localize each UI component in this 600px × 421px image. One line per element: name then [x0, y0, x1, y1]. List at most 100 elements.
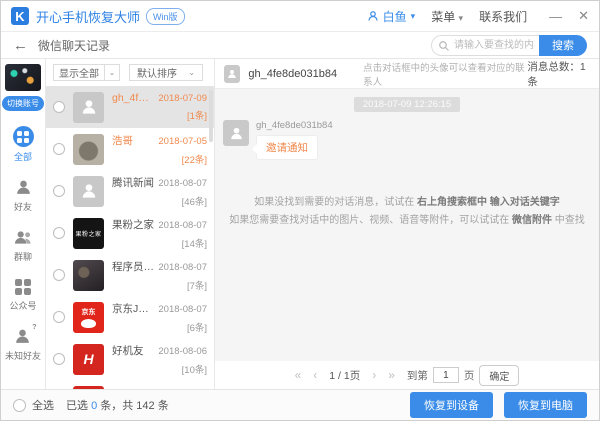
sidebar-item-all[interactable]: 全部 [12, 126, 34, 163]
menu-button[interactable]: 菜单 ▾ [431, 8, 463, 25]
menu-label: 菜单 [431, 9, 456, 24]
list-item[interactable]: 腾讯新闻 2018-08-07 [46条] [46, 170, 214, 212]
chat-date: 2018-08-07 [158, 261, 207, 273]
list-item[interactable]: 果粉之家 果粉之家 2018-08-07 [14条] [46, 212, 214, 254]
version-badge: Win版 [146, 7, 185, 25]
chat-date: 2018-08-07 [158, 219, 207, 231]
row-checkbox[interactable] [53, 101, 65, 113]
sidebar-item-label: 全部 [13, 152, 32, 162]
page-unit-label: 页 [463, 369, 475, 382]
sidebar-item-friends[interactable]: 好友 [14, 178, 33, 213]
sidebar-item-unknown-friends[interactable]: ? 未知好友 [5, 324, 41, 362]
confirm-page-button[interactable]: 确定 [479, 364, 520, 386]
chat-date: 2018-08-07 [158, 177, 207, 189]
message-bubble[interactable]: 邀请通知 [252, 135, 318, 160]
chevron-down-icon: ▾ [410, 10, 416, 21]
page-number-input[interactable] [432, 367, 459, 383]
avatar[interactable] [73, 91, 104, 123]
next-page-button[interactable]: › [372, 368, 376, 382]
list-item[interactable]: BBC BBC每日新闻2018-08-06 [46, 380, 214, 389]
user-name: 白鱼 [382, 9, 407, 24]
avatar-text: 果粉之家 [75, 231, 102, 238]
avatar[interactable] [73, 133, 104, 165]
message-sender: gh_4fe8de031b84 [256, 120, 333, 131]
restore-to-pc-button[interactable]: 恢复到电脑 [504, 392, 587, 418]
chat-list-pane: 显示全部 ⌄ 默认排序 ⌄ gh_4fe8de031b84 2018-07-09 [46, 59, 215, 389]
user-menu[interactable]: 白鱼 ▾ [367, 8, 416, 25]
conversation-header: gh_4fe8de031b84 点击对话框中的头像可以查看对应的联系人 消息总数… [215, 59, 599, 89]
chevron-down-icon: ▾ [458, 12, 464, 23]
select-all-label: 全选 [32, 400, 54, 412]
row-checkbox[interactable] [53, 185, 65, 197]
chat-count: [7条] [186, 280, 207, 292]
chat-count: [1条] [186, 111, 207, 122]
select-all-checkbox[interactable] [13, 398, 26, 412]
list-item[interactable]: H 好机友 2018-08-06 [10条] [46, 338, 214, 380]
goto-page-label: 到第 [406, 369, 428, 382]
filter-dropdown[interactable]: 显示全部 ⌄ [53, 64, 120, 81]
footer-bar: 全选 已选 0 条，共 142 条 恢复到设备 恢复到电脑 [1, 389, 599, 420]
sort-dropdown[interactable]: 默认排序 ⌄ [129, 64, 203, 81]
grid-icon [14, 278, 32, 296]
filter-dropdown-value: 显示全部 [53, 64, 105, 81]
search-icon [438, 39, 450, 51]
tip-line-2: 如果您需要查找对话中的图片、视频、语音等附件，可以试试在 微信附件 中查找 [229, 215, 585, 226]
user-icon [367, 10, 379, 22]
list-item[interactable]: 程序员的那点事 2018-08-07 [7条] [46, 254, 214, 296]
avatar[interactable]: 果粉之家 [73, 217, 104, 249]
tip-line-1: 如果没找到需要的对话消息，试试在 右上角搜索框中 输入对话关键字 [254, 197, 560, 208]
message: gh_4fe8de031b84 邀请通知 [215, 112, 599, 160]
avatar[interactable]: 京东 [73, 301, 104, 333]
list-item[interactable]: 京东 京东JD.COM 2018-08-07 [6条] [46, 296, 214, 338]
chat-count: [10条] [181, 364, 207, 376]
search-button[interactable]: 搜索 [539, 34, 587, 56]
chevron-down-icon[interactable]: ⌄ [105, 64, 120, 81]
message-avatar[interactable] [223, 120, 249, 146]
restore-to-device-button[interactable]: 恢复到设备 [410, 392, 493, 418]
jd-dog-icon [81, 318, 96, 328]
back-button[interactable]: ← [13, 38, 28, 53]
prev-page-button[interactable]: ‹ [313, 368, 317, 382]
scrollbar[interactable] [209, 90, 213, 142]
sidebar: 切换账号 全部 好友 群聊 公众号 ? 未知好友 [1, 59, 46, 389]
sidebar-item-label: 公众号 [9, 301, 37, 311]
avatar-text: H [83, 351, 94, 367]
list-item[interactable]: gh_4fe8de031b84 2018-07-09 [1条] [46, 86, 214, 128]
sidebar-item-official-accounts[interactable]: 公众号 [9, 278, 37, 312]
app-window: K 开心手机恢复大师 Win版 白鱼 ▾ 菜单 ▾ 联系我们 — ✕ ← 微信聊… [0, 0, 600, 421]
avatar[interactable]: BBC [73, 385, 104, 389]
avatar[interactable]: H [73, 343, 104, 375]
message-timestamp: 2018-07-09 12:26:15 [353, 97, 461, 112]
list-item[interactable]: 浩哥 2018-07-05 [22条] [46, 128, 214, 170]
chevron-down-icon: ⌄ [188, 68, 195, 77]
chat-name: 好机友 [112, 344, 144, 357]
row-checkbox[interactable] [53, 353, 65, 365]
chat-date: 2018-08-06 [158, 345, 207, 357]
avatar[interactable] [73, 259, 104, 291]
person-question-icon: ? [13, 324, 36, 346]
row-checkbox[interactable] [53, 311, 65, 323]
sidebar-item-label: 群聊 [13, 252, 32, 262]
chat-count: [6条] [186, 322, 207, 334]
chat-list: gh_4fe8de031b84 2018-07-09 [1条] 浩哥 2018-07… [46, 86, 214, 389]
switch-account-button[interactable]: 切换账号 [2, 96, 44, 111]
last-page-button[interactable]: » [388, 368, 395, 382]
chat-name: 程序员的那点事 [112, 260, 154, 273]
page-title: 微信聊天记录 [38, 38, 111, 53]
contact-us-button[interactable]: 联系我们 [479, 8, 527, 25]
row-checkbox[interactable] [53, 269, 65, 281]
conversation-avatar[interactable] [224, 64, 241, 83]
first-page-button[interactable]: « [295, 368, 302, 382]
row-checkbox[interactable] [53, 143, 65, 155]
close-button[interactable]: ✕ [578, 8, 589, 24]
chat-name: 京东JD.COM [112, 302, 154, 315]
title-bar: K 开心手机恢复大师 Win版 白鱼 ▾ 菜单 ▾ 联系我们 — ✕ [1, 1, 599, 31]
sidebar-item-groups[interactable]: 群聊 [13, 228, 33, 263]
chat-date: 2018-07-05 [158, 135, 207, 147]
chat-name: gh_4fe8de031b84 [112, 92, 154, 104]
selection-summary: 已选 0 条，共 142 条 [66, 400, 169, 412]
minimize-button[interactable]: — [549, 9, 562, 24]
row-checkbox[interactable] [53, 227, 65, 239]
conversation-hint: 点击对话框中的头像可以查看对应的联系人 [363, 62, 525, 88]
avatar[interactable] [73, 175, 104, 207]
